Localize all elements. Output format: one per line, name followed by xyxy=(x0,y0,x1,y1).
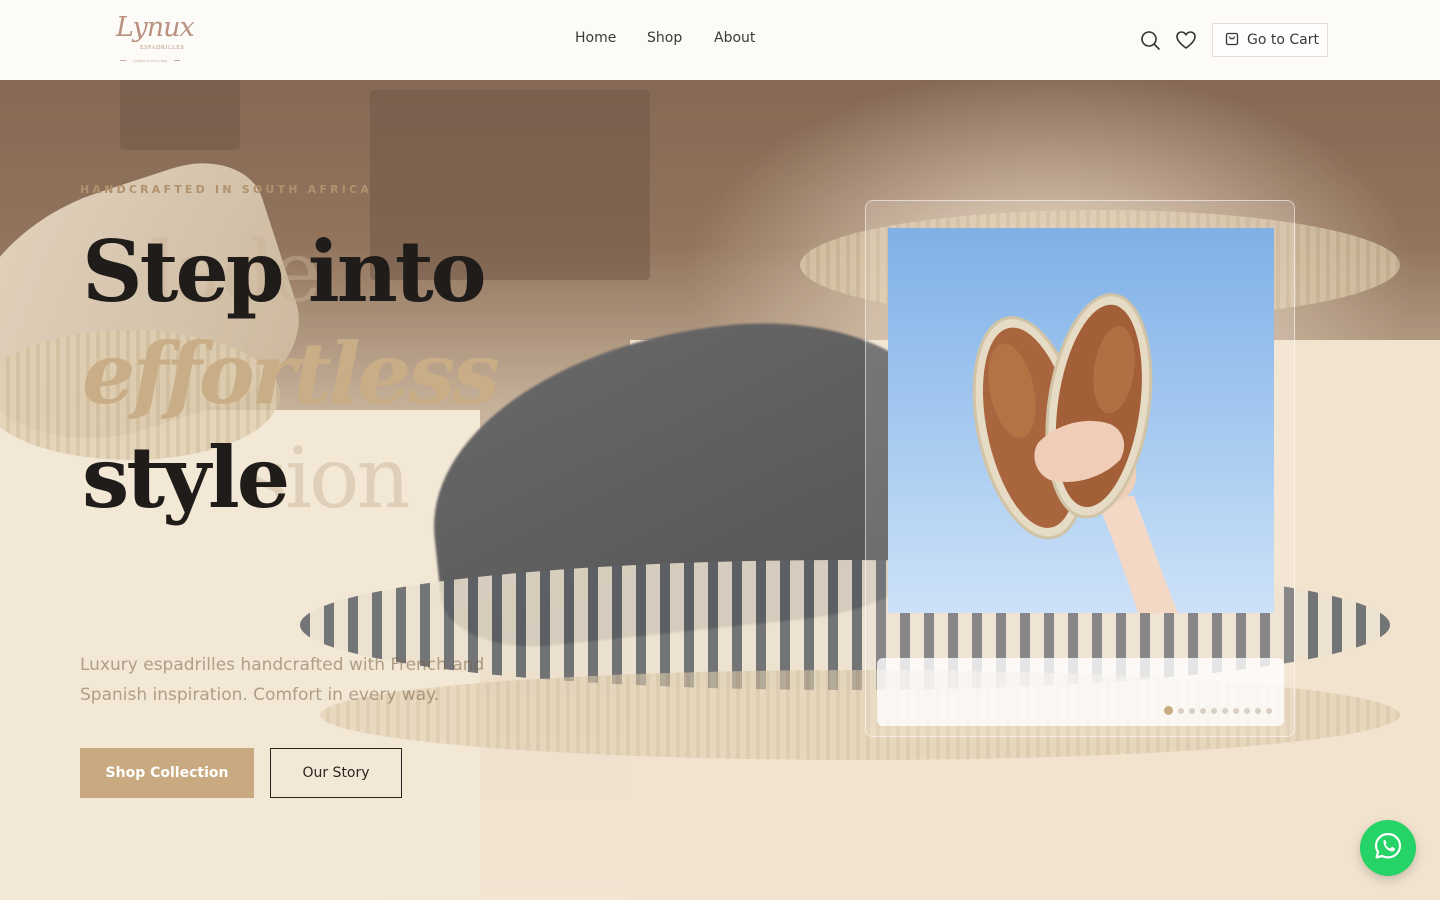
nav-about[interactable]: About xyxy=(714,30,755,50)
carousel-dot[interactable] xyxy=(1189,707,1195,714)
carousel-dots xyxy=(1164,706,1272,715)
site-header: Lynux ESPADRILLES comfort in every step … xyxy=(0,0,1440,80)
hero-headline-line2: effortless xyxy=(82,324,500,423)
logo-script: Lynux xyxy=(116,12,195,43)
carousel-dot[interactable] xyxy=(1222,707,1228,714)
whatsapp-icon xyxy=(1372,830,1404,866)
carousel-dot[interactable] xyxy=(1178,707,1184,714)
hero-headline-line1: Step into xyxy=(82,222,487,321)
carousel-dot[interactable] xyxy=(1164,706,1173,715)
carousel-dot[interactable] xyxy=(1233,707,1239,714)
shopping-bag-icon xyxy=(1225,31,1239,50)
logo-divider xyxy=(174,60,180,61)
carousel-slide-image xyxy=(888,228,1274,613)
brand-logo[interactable]: Lynux ESPADRILLES comfort in every step xyxy=(112,12,195,70)
carousel-dot[interactable] xyxy=(1255,707,1261,714)
nav-shop[interactable]: Shop xyxy=(647,30,682,50)
cart-label: Go to Cart xyxy=(1247,32,1319,48)
product-carousel[interactable] xyxy=(865,200,1295,737)
carousel-dot[interactable] xyxy=(1244,707,1250,714)
our-story-button[interactable]: Our Story xyxy=(270,748,402,798)
hero-subtext: Luxury espadrilles handcrafted with Fren… xyxy=(80,655,485,705)
nav-home[interactable]: Home xyxy=(575,30,616,50)
hero-section: lade sion HANDCRAFTED IN SOUTH AFRICA St… xyxy=(0,80,1440,900)
carousel-dot[interactable] xyxy=(1211,707,1217,714)
heart-icon[interactable] xyxy=(1175,29,1197,51)
shop-collection-button[interactable]: Shop Collection xyxy=(80,748,254,798)
logo-name: ESPADRILLES xyxy=(140,45,185,51)
carousel-dot[interactable] xyxy=(1266,707,1272,714)
search-icon[interactable] xyxy=(1139,29,1161,51)
espadrilles-photo xyxy=(972,293,1178,613)
go-to-cart-button[interactable]: Go to Cart xyxy=(1212,23,1328,57)
logo-tagline: comfort in every step xyxy=(133,58,167,63)
carousel-caption-panel xyxy=(877,658,1284,726)
hero-eyebrow: HANDCRAFTED IN SOUTH AFRICA xyxy=(80,183,373,196)
whatsapp-chat-button[interactable] xyxy=(1360,820,1416,876)
hero-headline-line3: style xyxy=(82,428,290,527)
carousel-dot[interactable] xyxy=(1200,707,1206,714)
